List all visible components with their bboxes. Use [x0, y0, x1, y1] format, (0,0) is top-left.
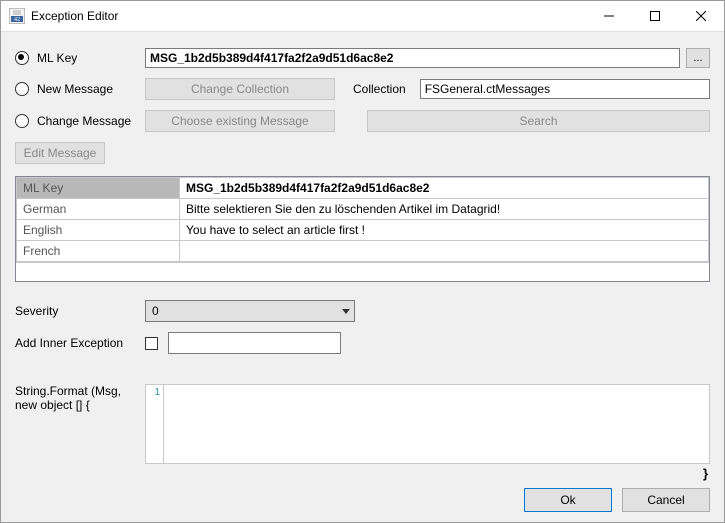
change-collection-button[interactable]: Change Collection	[145, 78, 335, 100]
mlkey-input[interactable]	[145, 48, 680, 68]
mlkey-header: ML Key	[17, 178, 180, 199]
lang-cell: German	[17, 199, 180, 220]
closing-brace: }	[15, 466, 710, 481]
inner-exception-label: Add Inner Exception	[15, 336, 145, 350]
inner-exception-input[interactable]	[168, 332, 341, 354]
text-cell	[180, 241, 709, 262]
mlkey-header-value: MSG_1b2d5b389d4f417fa2f2a9d51d6ac8e2	[180, 178, 709, 199]
radio-mlkey[interactable]	[15, 51, 29, 65]
mlkey-row: ML Key ...	[15, 48, 710, 68]
radio-change-message-label: Change Message	[37, 114, 145, 128]
window-title: Exception Editor	[31, 9, 118, 23]
severity-value: 0	[152, 304, 159, 318]
maximize-button[interactable]	[632, 1, 678, 31]
radio-new-message-label: New Message	[37, 82, 145, 96]
ok-button[interactable]: Ok	[524, 488, 612, 512]
table-row: English You have to select an article fi…	[17, 220, 709, 241]
string-format-row: String.Format (Msg, new object [] { 1	[15, 384, 710, 464]
radio-mlkey-label: ML Key	[37, 51, 145, 65]
table-footer	[16, 262, 709, 281]
text-cell: Bitte selektieren Sie den zu löschenden …	[180, 199, 709, 220]
choose-existing-button[interactable]: Choose existing Message	[145, 110, 335, 132]
minimize-button[interactable]	[586, 1, 632, 31]
table-row: ML Key MSG_1b2d5b389d4f417fa2f2a9d51d6ac…	[17, 178, 709, 199]
inner-exception-checkbox[interactable]	[145, 337, 158, 350]
table-row: German Bitte selektieren Sie den zu lösc…	[17, 199, 709, 220]
table-row: French	[17, 241, 709, 262]
radio-new-message[interactable]	[15, 82, 29, 96]
footer-buttons: Ok Cancel	[524, 488, 710, 512]
window: 42 Exception Editor ML Key ...	[0, 0, 725, 523]
chevron-down-icon	[342, 309, 350, 314]
message-table: ML Key MSG_1b2d5b389d4f417fa2f2a9d51d6ac…	[15, 176, 710, 282]
inner-exception-row: Add Inner Exception	[15, 332, 710, 354]
collection-value[interactable]: FSGeneral.ctMessages	[420, 79, 710, 99]
severity-combobox[interactable]: 0	[145, 300, 355, 322]
browse-button[interactable]: ...	[686, 48, 710, 68]
string-format-label: String.Format (Msg, new object [] {	[15, 384, 145, 464]
svg-text:42: 42	[14, 17, 20, 23]
change-message-row: Change Message Choose existing Message S…	[15, 110, 710, 132]
text-cell: You have to select an article first !	[180, 220, 709, 241]
edit-message-button[interactable]: Edit Message	[15, 142, 105, 164]
severity-label: Severity	[15, 304, 145, 318]
collection-label: Collection	[353, 82, 406, 96]
client-area: ML Key ... New Message Change Collection…	[1, 32, 724, 522]
lang-cell: French	[17, 241, 180, 262]
app-icon: 42	[9, 8, 25, 24]
search-button[interactable]: Search	[367, 110, 710, 132]
new-message-row: New Message Change Collection Collection…	[15, 78, 710, 100]
lang-cell: English	[17, 220, 180, 241]
titlebar: 42 Exception Editor	[1, 1, 724, 32]
close-button[interactable]	[678, 1, 724, 31]
severity-row: Severity 0	[15, 300, 710, 322]
cancel-button[interactable]: Cancel	[622, 488, 710, 512]
radio-change-message[interactable]	[15, 114, 29, 128]
code-editor[interactable]	[163, 384, 710, 464]
code-gutter: 1	[145, 384, 163, 464]
